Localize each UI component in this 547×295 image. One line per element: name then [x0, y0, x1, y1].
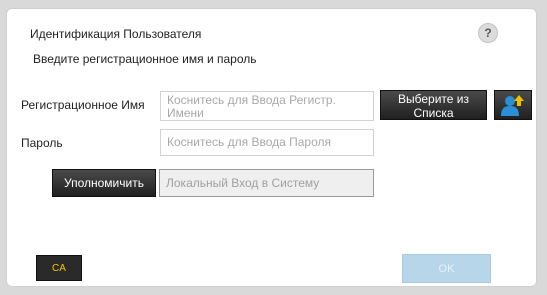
- user-upload-icon: [501, 95, 524, 116]
- user-select-button[interactable]: [494, 90, 532, 120]
- ok-button[interactable]: OK: [402, 254, 491, 283]
- login-name-input[interactable]: Коснитесь для Ввода Регистр. Имени: [160, 91, 374, 121]
- login-name-label: Регистрационное Имя: [21, 98, 145, 112]
- select-from-list-button[interactable]: Выберите из Списка: [380, 90, 487, 120]
- password-label: Пароль: [21, 136, 63, 150]
- password-input[interactable]: Коснитесь для Ввода Пароля: [160, 129, 374, 156]
- help-icon[interactable]: ?: [478, 23, 498, 43]
- dialog-title: Идентификация Пользователя: [30, 27, 202, 41]
- dialog-subtitle: Введите регистрационное имя и пароль: [33, 52, 257, 66]
- local-login-field[interactable]: Локальный Вход в Систему: [159, 169, 374, 197]
- ca-button[interactable]: CA: [36, 255, 82, 281]
- authorize-button[interactable]: Уполномичить: [52, 169, 156, 197]
